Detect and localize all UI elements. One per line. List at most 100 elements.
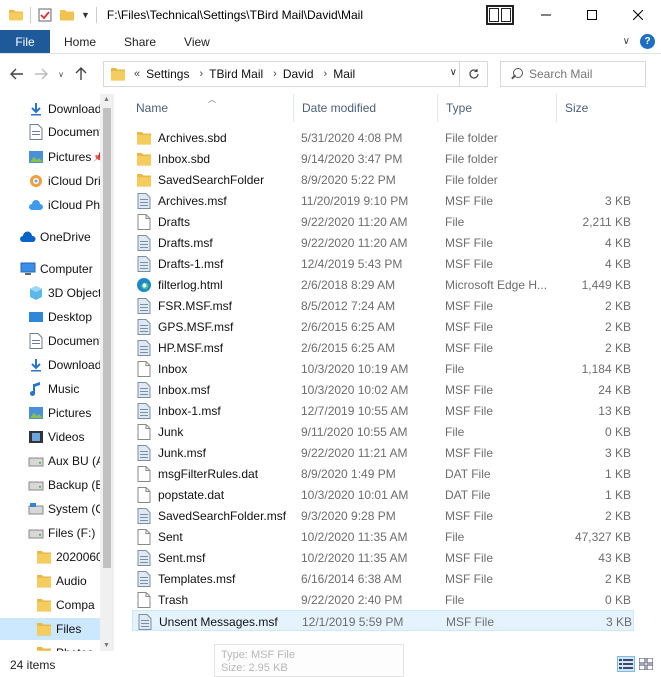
file-row[interactable]: Inbox-1.msf 12/7/2019 10:55 AM MSF File 13 … bbox=[132, 400, 634, 421]
file-row[interactable]: SavedSearchFolder 8/9/2020 5:22 PM File fo… bbox=[132, 169, 634, 190]
nav-item-14[interactable]: Aux BU (A:) bbox=[0, 450, 100, 472]
file-row[interactable]: Inbox.msf 10/3/2020 10:02 AM MSF File 24 KB bbox=[132, 379, 634, 400]
search-input[interactable] bbox=[529, 67, 639, 81]
column-header-date[interactable]: Date modified bbox=[294, 94, 438, 122]
pictures-icon bbox=[28, 405, 44, 421]
new-folder-icon[interactable] bbox=[59, 7, 75, 23]
file-row[interactable]: Sent 10/2/2020 11:35 AM File 47,327 KB bbox=[132, 526, 634, 547]
nav-item-4[interactable]: iCloud Photos📌 bbox=[0, 194, 100, 216]
file-row[interactable]: FSR.MSF.msf 8/5/2012 7:24 AM MSF File 2 KB bbox=[132, 295, 634, 316]
breadcrumb-separator-icon[interactable]: › bbox=[273, 68, 277, 80]
help-icon[interactable]: ? bbox=[640, 34, 655, 49]
file-name-cell: Drafts bbox=[136, 211, 296, 232]
nav-item-17[interactable]: Files (F:) bbox=[0, 522, 100, 544]
file-row[interactable]: GPS.MSF.msf 2/6/2015 6:25 AM MSF File 2 KB bbox=[132, 316, 634, 337]
breadcrumb-overflow[interactable]: « bbox=[134, 68, 140, 80]
file-row[interactable]: Drafts 9/22/2020 11:20 AM File 2,211 KB bbox=[132, 211, 634, 232]
nav-item-18[interactable]: 2020060 bbox=[0, 546, 100, 568]
nav-item-3[interactable]: iCloud Drive📌 bbox=[0, 170, 100, 192]
file-row[interactable]: HP.MSF.msf 2/6/2015 6:25 AM MSF File 2 KB bbox=[132, 337, 634, 358]
file-size: 2 KB bbox=[604, 508, 631, 523]
breadcrumb-tbird-mail[interactable]: TBird Mail bbox=[209, 67, 263, 81]
breadcrumb-david[interactable]: David bbox=[283, 67, 314, 81]
nav-item-12[interactable]: Pictures bbox=[0, 402, 100, 424]
customize-toolbar-chevron-icon[interactable]: ▼ bbox=[81, 10, 90, 20]
navigation-pane-scrollbar[interactable]: ▲ ▼ bbox=[100, 94, 114, 651]
file-row[interactable]: Archives.msf 11/20/2019 9:10 PM MSF File 3 … bbox=[132, 190, 634, 211]
file-row[interactable]: filterlog.html 2/6/2018 8:29 AM Microsoft … bbox=[132, 274, 634, 295]
recent-locations-button[interactable]: ∨ bbox=[53, 62, 69, 86]
folder-icon bbox=[36, 621, 52, 637]
file-row[interactable]: Inbox 10/3/2020 10:19 AM File 1,184 KB bbox=[132, 358, 634, 379]
details-view-button[interactable] bbox=[617, 656, 635, 672]
file-size: 47,327 KB bbox=[574, 529, 631, 544]
nav-item-1[interactable]: Documents📌 bbox=[0, 121, 100, 143]
tab-home[interactable]: Home bbox=[50, 30, 110, 53]
nav-item-9[interactable]: Documents bbox=[0, 330, 100, 352]
folder-app-icon[interactable] bbox=[8, 7, 24, 23]
nav-item-2[interactable]: Pictures 📌 bbox=[0, 146, 100, 168]
pin-icon[interactable]: 📌 bbox=[93, 152, 100, 163]
file-row[interactable]: Trash 9/22/2020 2:40 PM File 0 KB bbox=[132, 589, 634, 610]
breadcrumb-mail[interactable]: Mail bbox=[333, 67, 355, 81]
up-button[interactable] bbox=[69, 62, 93, 86]
snap-layout-icon[interactable] bbox=[486, 5, 514, 25]
address-dropdown-icon[interactable]: ∨ bbox=[450, 67, 457, 78]
ribbon-tabs: File Home Share View ∨ ? bbox=[0, 30, 661, 54]
file-row[interactable]: Junk.msf 9/22/2020 11:21 AM MSF File 3 KB bbox=[132, 442, 634, 463]
file-type: MSF File bbox=[445, 403, 493, 418]
nav-item-15[interactable]: Backup (B:) bbox=[0, 474, 100, 496]
file-row[interactable]: Archives.sbd 5/31/2020 4:08 PM File folder bbox=[132, 127, 634, 148]
tab-share[interactable]: Share bbox=[110, 30, 170, 53]
column-header-type[interactable]: Type bbox=[438, 94, 557, 122]
file-row[interactable]: Inbox.sbd 9/14/2020 3:47 PM File folder bbox=[132, 148, 634, 169]
file-row[interactable]: popstate.dat 10/3/2020 10:01 AM DAT File 1 … bbox=[132, 484, 634, 505]
column-header-size[interactable]: Size bbox=[557, 94, 637, 122]
forward-button[interactable] bbox=[29, 62, 53, 86]
breadcrumb-separator-icon[interactable]: › bbox=[199, 68, 203, 80]
file-row[interactable]: Drafts.msf 9/22/2020 11:20 AM MSF File 4 KB bbox=[132, 232, 634, 253]
file-date: 11/20/2019 9:10 PM bbox=[301, 193, 409, 208]
nav-item-13[interactable]: Videos bbox=[0, 426, 100, 448]
file-type: MSF File bbox=[445, 340, 493, 355]
close-button[interactable] bbox=[615, 0, 661, 30]
view-toggle bbox=[617, 656, 655, 672]
nav-item-16[interactable]: System (C:) bbox=[0, 498, 100, 520]
file-row[interactable]: Sent.msf 10/2/2020 11:35 AM MSF File 43 KB bbox=[132, 547, 634, 568]
nav-item-5[interactable]: OneDrive bbox=[0, 226, 100, 248]
scrollbar-thumb[interactable] bbox=[103, 108, 111, 568]
search-box bbox=[500, 61, 646, 87]
large-icons-view-button[interactable] bbox=[637, 656, 655, 672]
nav-item-11[interactable]: Music bbox=[0, 378, 100, 400]
properties-checkmark-icon[interactable] bbox=[37, 7, 53, 23]
scroll-down-arrow-icon[interactable]: ▼ bbox=[103, 642, 110, 649]
breadcrumb-settings[interactable]: Settings bbox=[146, 67, 189, 81]
tab-view[interactable]: View bbox=[170, 30, 224, 53]
file-row[interactable]: SavedSearchFolder.msf 9/3/2020 9:28 PM MSF… bbox=[132, 505, 634, 526]
tab-file[interactable]: File bbox=[0, 30, 50, 53]
file-row[interactable]: Junk 9/11/2020 10:55 AM File 0 KB bbox=[132, 421, 634, 442]
icloud-icon bbox=[28, 197, 44, 213]
expand-ribbon-chevron-icon[interactable]: ∨ bbox=[623, 36, 630, 47]
file-row[interactable]: Unsent Messages.msf 12/1/2019 5:59 PM MSF … bbox=[132, 610, 634, 631]
nav-item-7[interactable]: 3D Objects bbox=[0, 282, 100, 304]
nav-item-21[interactable]: Files bbox=[0, 618, 100, 640]
nav-item-0[interactable]: Downloads📌 bbox=[0, 98, 100, 120]
file-row[interactable]: msgFilterRules.dat 8/9/2020 1:49 PM DAT Fi… bbox=[132, 463, 634, 484]
file-row[interactable]: Drafts-1.msf 12/4/2019 5:43 PM MSF File 4 K… bbox=[132, 253, 634, 274]
file-row[interactable]: Templates.msf 6/16/2014 6:38 AM MSF File 2 … bbox=[132, 568, 634, 589]
maximize-button[interactable] bbox=[569, 0, 615, 30]
nav-item-20[interactable]: Compa bbox=[0, 594, 100, 616]
nav-item-19[interactable]: Audio bbox=[0, 570, 100, 592]
address-bar[interactable]: « Settings › TBird Mail › David › Mail ∨ bbox=[103, 61, 488, 87]
nav-item-10[interactable]: Downloads bbox=[0, 354, 100, 376]
back-button[interactable] bbox=[5, 62, 29, 86]
nav-item-label: Aux BU (A:) bbox=[48, 454, 100, 468]
breadcrumb-separator-icon[interactable]: › bbox=[324, 68, 328, 80]
nav-item-6[interactable]: Computer bbox=[0, 258, 100, 280]
minimize-button[interactable] bbox=[523, 0, 569, 30]
refresh-button[interactable] bbox=[459, 62, 487, 86]
nav-item-8[interactable]: Desktop bbox=[0, 306, 100, 328]
scroll-up-arrow-icon[interactable]: ▲ bbox=[103, 96, 110, 103]
nav-item-22[interactable]: Photos bbox=[0, 642, 100, 651]
